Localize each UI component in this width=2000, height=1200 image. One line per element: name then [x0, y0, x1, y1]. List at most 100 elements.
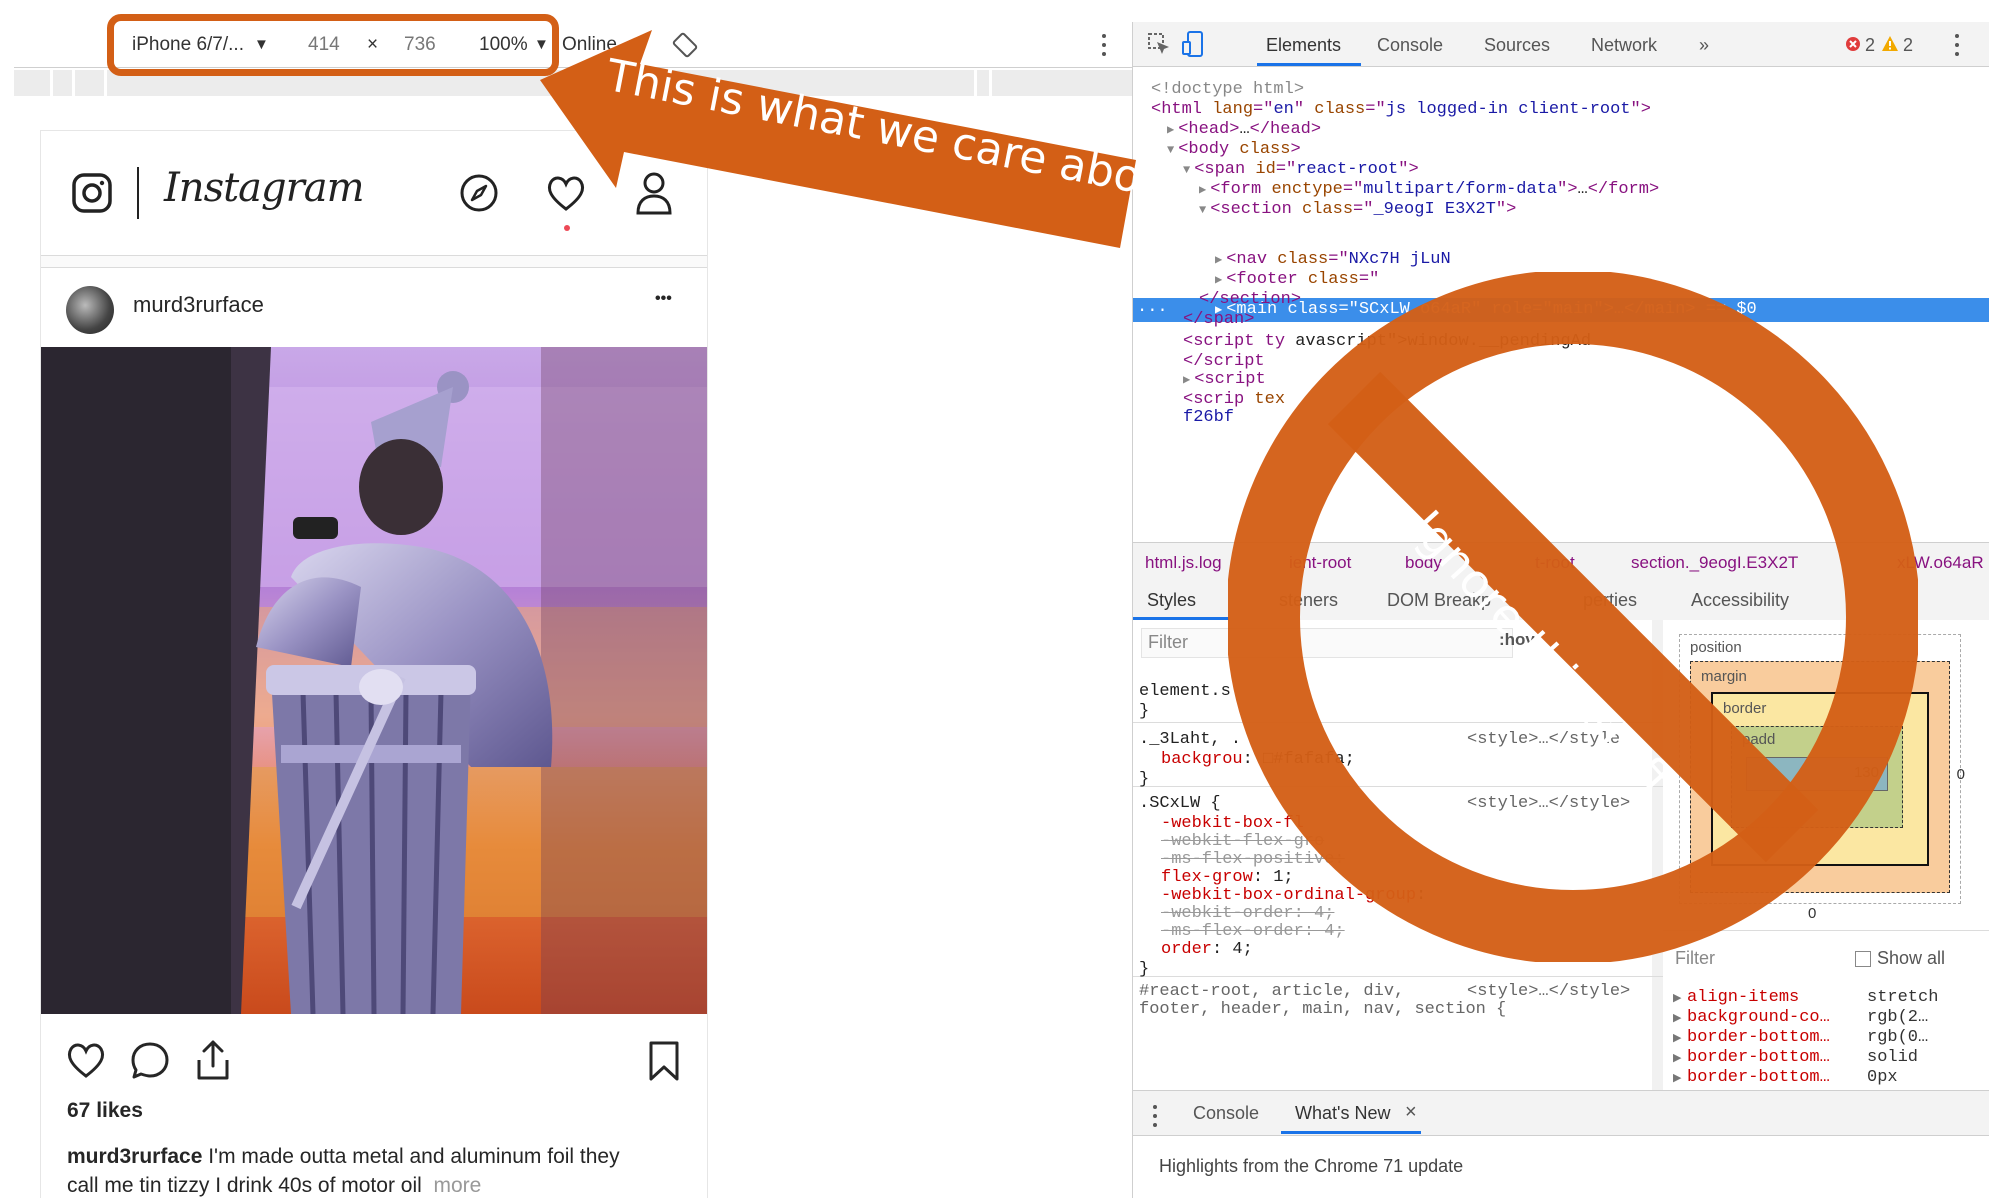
css-line[interactable]: footer, header, main, nav, section { — [1139, 1000, 1506, 1019]
css-line[interactable]: } — [1139, 702, 1149, 721]
dom-node[interactable]: ▼ <span id="react-root"> — [1183, 160, 1419, 179]
dom-token: NXc7H jLuN — [1348, 250, 1451, 269]
dom-token: <section — [1210, 200, 1303, 219]
comment-icon[interactable] — [129, 1040, 171, 1082]
whats-new-text[interactable]: Highlights from the Chrome 71 update — [1159, 1156, 1463, 1177]
drawer-tab-whats-new[interactable]: What's New — [1295, 1103, 1390, 1124]
dom-token: <!doctype html> — [1151, 80, 1305, 99]
computed-property-name[interactable]: border-bottom… — [1687, 1048, 1830, 1067]
css-source-link[interactable]: <style>…</style> — [1467, 982, 1630, 1001]
css-line[interactable]: ._3Laht, . — [1139, 730, 1241, 749]
expand-triangle-icon[interactable]: ▶ — [1673, 991, 1681, 1004]
warning-count[interactable]: 2 — [1903, 35, 1913, 56]
post-avatar[interactable] — [66, 286, 114, 334]
caption-text-line2: call me tin tizzy I drink 40s of motor o… — [67, 1174, 422, 1197]
caption-text-line1: I'm made outta metal and aluminum foil t… — [202, 1145, 620, 1168]
warning-icon[interactable] — [1881, 35, 1899, 52]
like-heart-icon[interactable] — [65, 1040, 107, 1080]
css-line[interactable]: #react-root, article, div, — [1139, 982, 1404, 1001]
console-drawer: Console What's New × Highlights from the… — [1133, 1090, 1989, 1200]
tab-elements[interactable]: Elements — [1266, 35, 1341, 56]
likes-count[interactable]: 67 likes — [67, 1099, 143, 1123]
explore-compass-icon[interactable] — [459, 173, 499, 213]
expand-triangle-icon[interactable]: ▶ — [1673, 1031, 1681, 1044]
drawer-body: Highlights from the Chrome 71 update — [1133, 1135, 1989, 1200]
css-line[interactable]: element.s — [1139, 682, 1231, 701]
tab-sources[interactable]: Sources — [1484, 35, 1550, 56]
instagram-camera-icon[interactable] — [72, 173, 112, 213]
dom-token: react-root — [1296, 160, 1399, 179]
expand-triangle-icon: ▶ — [1183, 373, 1191, 387]
dom-token: =" — [1342, 180, 1364, 199]
css-line[interactable]: .SCxLW { — [1139, 794, 1221, 813]
caption-username[interactable]: murd3rurface — [67, 1145, 202, 1168]
dom-token: class — [1239, 140, 1291, 159]
dom-token: </head> — [1249, 120, 1322, 139]
dom-token: =" — [1275, 160, 1297, 179]
dom-node[interactable]: ▶ <nav class="NXc7H jLuN — [1215, 250, 1451, 269]
expand-triangle-icon: ▼ — [1167, 143, 1175, 157]
dom-token: <body — [1178, 140, 1240, 159]
post-options-icon[interactable]: ••• — [655, 290, 672, 308]
devtools-menu-icon[interactable] — [1955, 34, 1961, 61]
dom-token: =" — [1353, 200, 1374, 219]
post-username[interactable]: murd3rurface — [133, 292, 264, 318]
dom-node[interactable]: ▼ <body class> — [1167, 140, 1301, 159]
dom-node[interactable]: <!doctype html> — [1151, 80, 1304, 99]
expand-triangle-icon: ▶ — [1215, 273, 1223, 287]
css-text: order — [1161, 940, 1213, 959]
expand-triangle-icon[interactable]: ▶ — [1673, 1071, 1681, 1084]
computed-property-value: rgb(0… — [1867, 1028, 1929, 1047]
share-icon[interactable] — [193, 1038, 233, 1082]
error-icon[interactable] — [1845, 36, 1861, 52]
expand-triangle-icon[interactable]: ▶ — [1673, 1051, 1681, 1064]
instagram-logo[interactable]: Instagram — [164, 165, 365, 211]
dom-token: class — [1277, 250, 1329, 269]
computed-property-name[interactable]: border-bottom… — [1687, 1068, 1830, 1087]
post-photo[interactable] — [41, 347, 707, 1014]
dom-node[interactable]: <html lang="en" class="js logged-in clie… — [1151, 100, 1651, 119]
breadcrumb-item[interactable]: html.js.log — [1145, 553, 1222, 573]
css-line[interactable]: } — [1139, 960, 1149, 979]
dom-token: > — [1290, 140, 1301, 159]
dom-token: =" — [1365, 100, 1386, 119]
expand-triangle-icon: ▶ — [1199, 183, 1207, 197]
styles-filter-placeholder: Filter — [1148, 632, 1188, 652]
error-count[interactable]: 2 — [1865, 35, 1875, 56]
tab-console[interactable]: Console — [1377, 35, 1443, 56]
computed-property-value: solid — [1867, 1048, 1919, 1067]
computed-property-name[interactable]: background-co… — [1687, 1008, 1830, 1027]
drawer-tab-close-icon[interactable]: × — [1405, 1101, 1417, 1124]
css-text: } — [1139, 960, 1150, 979]
dom-token: <form — [1210, 180, 1272, 199]
computed-property-name[interactable]: align-items — [1687, 988, 1799, 1007]
expand-triangle-icon: ▶ — [1215, 253, 1223, 267]
dom-node[interactable]: f26bf — [1183, 408, 1234, 427]
dom-token: "> — [1630, 100, 1651, 119]
dom-node[interactable]: ▼ <section class="_9eogI E3X2T"> — [1199, 200, 1516, 219]
device-toggle-icon[interactable] — [1181, 30, 1205, 58]
save-bookmark-icon[interactable] — [647, 1040, 681, 1082]
dom-token: </form> — [1587, 180, 1660, 199]
more-tabs-button[interactable]: » — [1699, 35, 1709, 56]
dom-node[interactable]: ▶ <head>…</head> — [1167, 120, 1321, 139]
subtab-styles[interactable]: Styles — [1147, 590, 1196, 611]
caption-more-link[interactable]: more — [433, 1174, 481, 1197]
devtools-tabbar: Elements Console Sources Network » 2 2 — [1133, 22, 1989, 67]
drawer-tab-console[interactable]: Console — [1193, 1103, 1259, 1124]
tab-network[interactable]: Network — [1591, 35, 1657, 56]
css-text: footer, header, main, nav, section { — [1139, 1000, 1507, 1019]
dom-node[interactable]: ▶ <form enctype="multipart/form-data">…</… — [1199, 180, 1659, 199]
highlight-box — [107, 14, 559, 76]
dom-token: id — [1255, 160, 1276, 179]
dom-token: f26bf — [1183, 408, 1235, 427]
post-caption: murd3rurface I'm made outta metal and al… — [67, 1142, 687, 1200]
computed-property-value: rgb(2… — [1867, 1008, 1929, 1027]
dom-token: "> — [1495, 200, 1517, 219]
computed-property-name[interactable]: border-bottom… — [1687, 1028, 1830, 1047]
css-text: element.s — [1139, 682, 1231, 701]
expand-triangle-icon[interactable]: ▶ — [1673, 1011, 1681, 1024]
drawer-menu-icon[interactable] — [1153, 1105, 1159, 1132]
css-line[interactable]: } — [1139, 770, 1149, 789]
dom-token: " — [1293, 100, 1315, 119]
